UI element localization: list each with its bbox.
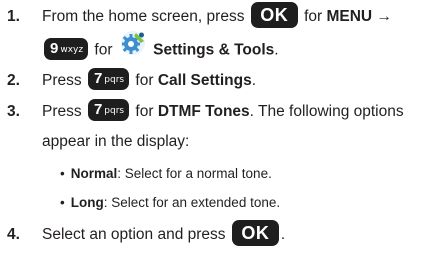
option-description: : Select for a normal tone. xyxy=(117,166,272,181)
step-4-line: Select an option and press OK. xyxy=(42,219,285,250)
call-settings-label: Call Settings xyxy=(157,72,252,89)
step-3: 3. Press 7 pqrs for DTMF Tones. The follo… xyxy=(0,97,435,159)
bullet-glyph: • xyxy=(60,166,65,181)
option-description: : Select for an extended tone. xyxy=(103,195,281,210)
step-2-line: Press 7 pqrs for Call Settings. xyxy=(42,67,257,90)
option-long: • Long: Select for an extended tone. xyxy=(60,188,280,218)
step-1: 1. From the home screen, press OK for ME… xyxy=(0,1,435,69)
instruction-document: 1. From the home screen, press OK for ME… xyxy=(0,0,435,254)
settings-tools-label: Settings & Tools xyxy=(153,41,275,59)
step-text: . The following options xyxy=(249,103,404,120)
option-label: Normal xyxy=(70,166,118,181)
settings-tools-icon xyxy=(120,30,146,67)
step-3-line-1: Press 7 pqrs for DTMF Tones. The followin… xyxy=(42,97,404,127)
step-text: Press xyxy=(42,103,82,120)
bullet-glyph: • xyxy=(60,195,65,210)
key-7-icon: 7 pqrs xyxy=(87,67,130,90)
step-1-line-1: From the home screen, press OK for MENU … xyxy=(42,1,392,32)
ok-key-icon: OK xyxy=(231,219,279,246)
dtmf-tones-label: DTMF Tones xyxy=(157,103,250,120)
step-2: 2. Press 7 pqrs for Call Settings. xyxy=(0,66,435,98)
step-number: 1. xyxy=(7,8,20,25)
ok-key-icon: OK xyxy=(250,1,298,28)
step-text: Press xyxy=(42,72,82,89)
step-number: 3. xyxy=(7,103,20,120)
option-normal: • Normal: Select for a normal tone. xyxy=(60,159,272,189)
step-number: 4. xyxy=(7,226,20,243)
step-1-line-2: 9 wxyz for Settings & Tools. xyxy=(42,30,279,69)
step-text: for xyxy=(135,103,154,120)
option-label: Long xyxy=(70,195,104,210)
menu-label: MENU xyxy=(326,8,373,25)
step-text: From the home screen, press xyxy=(42,8,245,25)
step-text: for xyxy=(94,41,113,59)
step-text: Select an option and press xyxy=(42,226,226,243)
step-text: for xyxy=(135,72,154,89)
step-3-line-2: appear in the display: xyxy=(42,133,190,150)
step-text: for xyxy=(304,8,323,25)
key-7-icon: 7 pqrs xyxy=(87,98,130,121)
step-4: 4. Select an option and press OK. xyxy=(0,219,435,252)
step-number: 2. xyxy=(7,72,20,89)
key-9-icon: 9 wxyz xyxy=(44,37,89,60)
arrow-glyph: → xyxy=(376,8,392,25)
